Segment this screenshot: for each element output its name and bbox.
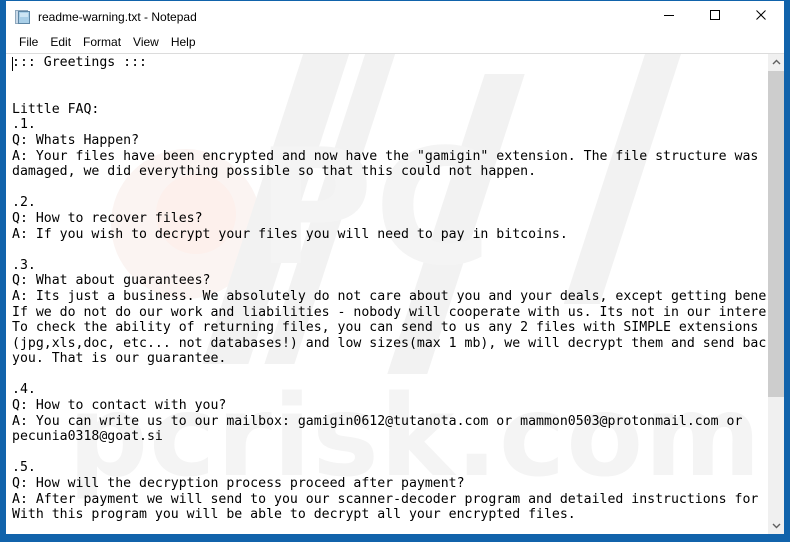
close-icon bbox=[755, 9, 767, 24]
menu-item-edit[interactable]: Edit bbox=[44, 33, 77, 52]
notepad-document-icon bbox=[15, 9, 31, 25]
maximize-icon bbox=[709, 9, 721, 24]
menu-item-help[interactable]: Help bbox=[165, 33, 202, 52]
text-editor[interactable]: pcrisk.com PC ::: Greetings ::: Little F… bbox=[6, 54, 767, 534]
scrollbar-track[interactable] bbox=[768, 71, 784, 517]
minimize-icon bbox=[663, 9, 675, 24]
notepad-window: readme-warning.txt - Notepad File Edit F… bbox=[0, 0, 790, 542]
maximize-button[interactable] bbox=[692, 1, 738, 32]
note-text: ::: Greetings ::: Little FAQ: .1. Q: Wha… bbox=[12, 55, 767, 523]
text-caret bbox=[12, 57, 13, 71]
title-bar[interactable]: readme-warning.txt - Notepad bbox=[6, 1, 784, 32]
scrollbar-thumb[interactable] bbox=[768, 71, 784, 397]
menu-item-view[interactable]: View bbox=[127, 33, 165, 52]
menu-bar: File Edit Format View Help bbox=[6, 32, 784, 53]
scroll-down-arrow-icon[interactable] bbox=[768, 517, 784, 534]
menu-item-file[interactable]: File bbox=[13, 33, 44, 52]
title-bar-left: readme-warning.txt - Notepad bbox=[6, 9, 197, 25]
scroll-up-arrow-icon[interactable] bbox=[768, 54, 784, 71]
window-title: readme-warning.txt - Notepad bbox=[38, 9, 197, 24]
close-button[interactable] bbox=[738, 1, 784, 32]
menu-item-format[interactable]: Format bbox=[77, 33, 127, 52]
minimize-button[interactable] bbox=[646, 1, 692, 32]
vertical-scrollbar[interactable] bbox=[767, 54, 784, 534]
editor-area: pcrisk.com PC ::: Greetings ::: Little F… bbox=[6, 53, 784, 534]
window-inner: readme-warning.txt - Notepad File Edit F… bbox=[6, 0, 784, 534]
window-controls bbox=[646, 1, 784, 32]
